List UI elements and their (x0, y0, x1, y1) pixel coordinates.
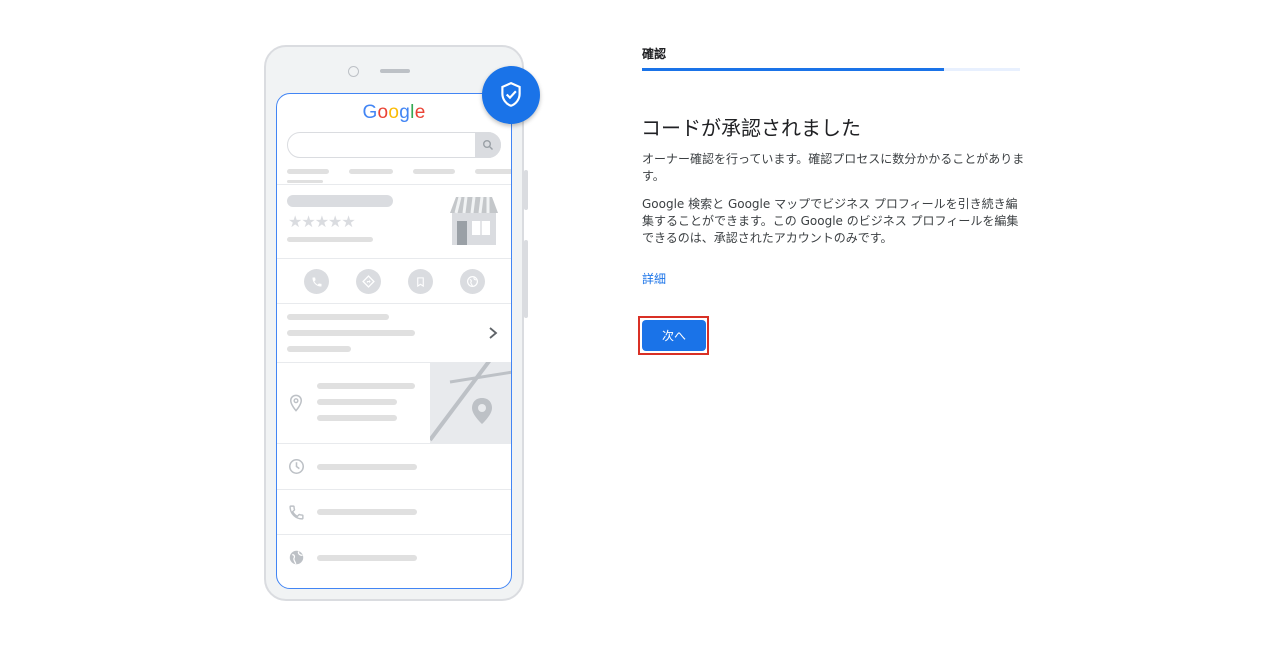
chevron-right-icon (489, 327, 498, 339)
search-icon (475, 132, 501, 158)
phone-speaker (380, 69, 410, 73)
page-title: コードが承認されました (641, 116, 861, 140)
placeholder-line (413, 169, 455, 174)
location-pin-icon (289, 394, 303, 412)
placeholder-line (287, 314, 389, 320)
placeholder-line (349, 169, 393, 174)
phone-camera (348, 66, 359, 77)
logo-letter: o (377, 102, 389, 123)
clock-icon (288, 458, 305, 475)
placeholder-line (317, 464, 417, 470)
placeholder-line (317, 555, 417, 561)
logo-letter: e (414, 102, 426, 123)
logo-letter: G (362, 102, 378, 123)
placeholder-line (475, 169, 511, 174)
directions-icon (356, 269, 381, 294)
divider (277, 489, 511, 490)
phone-icon (289, 505, 304, 520)
placeholder-line (317, 383, 415, 389)
divider (277, 443, 511, 444)
next-button[interactable]: 次へ (642, 320, 706, 351)
placeholder-line (287, 346, 351, 352)
phone-screen: Google ★★★★★ (276, 93, 512, 589)
placeholder-line (317, 509, 417, 515)
phone-icon (304, 269, 329, 294)
phone-side-button (524, 170, 528, 210)
progress-bar-fill (642, 68, 945, 71)
store-icon (450, 196, 498, 245)
placeholder-line (287, 180, 323, 183)
rating-stars: ★★★★★ (288, 212, 356, 231)
map-thumbnail (430, 362, 511, 443)
divider (277, 184, 511, 185)
logo-letter: g (399, 102, 411, 123)
divider (277, 534, 511, 535)
bookmark-icon (408, 269, 433, 294)
placeholder-line (317, 415, 397, 421)
verified-shield-icon (501, 81, 521, 107)
description-text: Google 検索と Google マップでビジネス プロフィールを引き続き編集… (642, 197, 1019, 245)
placeholder-line (287, 330, 415, 336)
divider (277, 303, 511, 304)
google-logo: Google (277, 102, 511, 124)
details-link[interactable]: 詳細 (642, 270, 666, 287)
placeholder-line (287, 237, 373, 242)
progress-bar (642, 68, 1020, 71)
placeholder-line (317, 399, 397, 405)
phone-side-button (524, 240, 528, 318)
logo-letter: o (388, 102, 400, 123)
description-text: オーナー確認を行っています。確認プロセスに数分かかることがあります。 (642, 152, 1025, 183)
divider (277, 258, 511, 259)
placeholder-title (287, 195, 393, 207)
step-label: 確認 (642, 47, 667, 61)
globe-icon (289, 550, 304, 565)
globe-icon (460, 269, 485, 294)
mock-search-bar (287, 132, 501, 158)
placeholder-line (287, 169, 329, 174)
verified-shield-badge (482, 66, 540, 124)
